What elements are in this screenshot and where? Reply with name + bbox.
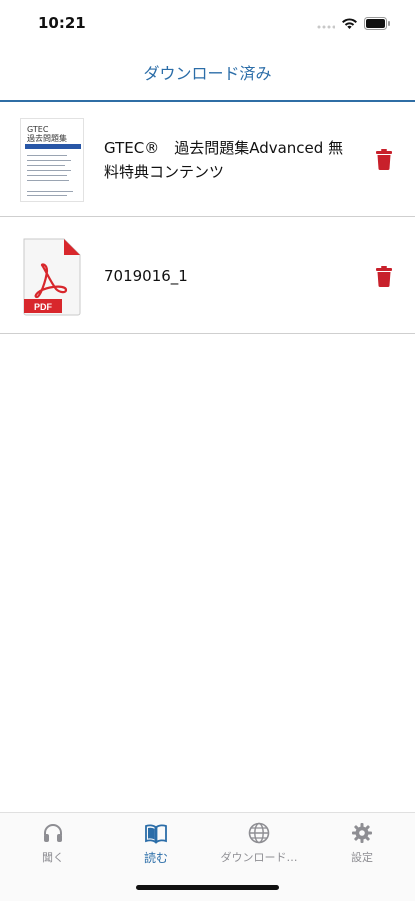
- pdf-icon: PDF: [23, 238, 81, 316]
- tab-listen[interactable]: 聞く: [3, 821, 103, 869]
- tab-label: ダウンロード…: [220, 851, 298, 864]
- list-item[interactable]: PDF 7019016_1: [0, 217, 415, 334]
- home-indicator: [136, 885, 279, 890]
- item-title: GTEC® 過去問題集Advanced 無料特典コンテンツ: [104, 139, 344, 181]
- tab-settings[interactable]: 設定: [312, 821, 412, 869]
- item-title: 7019016_1: [104, 267, 188, 285]
- delete-button[interactable]: [375, 265, 393, 287]
- book-icon: [145, 824, 167, 844]
- gear-icon: [352, 823, 372, 843]
- tab-read[interactable]: 読む: [106, 821, 206, 869]
- trash-icon: [376, 149, 392, 170]
- page-title: ダウンロード済み: [143, 64, 272, 83]
- pdf-thumbnail: PDF: [20, 235, 84, 319]
- pdf-label: PDF: [34, 302, 53, 312]
- trash-icon: [376, 266, 392, 287]
- tab-download[interactable]: ダウンロード…: [209, 821, 309, 869]
- delete-button[interactable]: [375, 148, 393, 170]
- nav-header: ダウンロード済み: [0, 44, 415, 102]
- status-time: 10:21: [38, 14, 86, 32]
- tab-label: 聞く: [42, 851, 64, 864]
- book-cover: GTEC 過去問題集: [20, 118, 84, 202]
- tab-label: 読む: [143, 851, 168, 865]
- wifi-icon: [341, 15, 358, 34]
- cover-title: GTEC 過去問題集: [27, 125, 67, 143]
- list-item[interactable]: GTEC 過去問題集 GTEC® 過去問題集Advanced 無料特典コンテンツ: [0, 100, 415, 217]
- status-bar: 10:21: [0, 0, 415, 44]
- battery-icon: [364, 15, 391, 34]
- downloaded-list: GTEC過去問題集 GTEC® 過去問題集Advanced 無料特典コンテンツ: [0, 100, 415, 334]
- globe-icon: [248, 822, 270, 844]
- document-thumbnail: GTEC 過去問題集: [20, 118, 84, 202]
- tab-label: 設定: [351, 851, 373, 864]
- status-icons: [317, 15, 391, 34]
- headphones-icon: [44, 824, 62, 842]
- signal-icon: [317, 15, 336, 34]
